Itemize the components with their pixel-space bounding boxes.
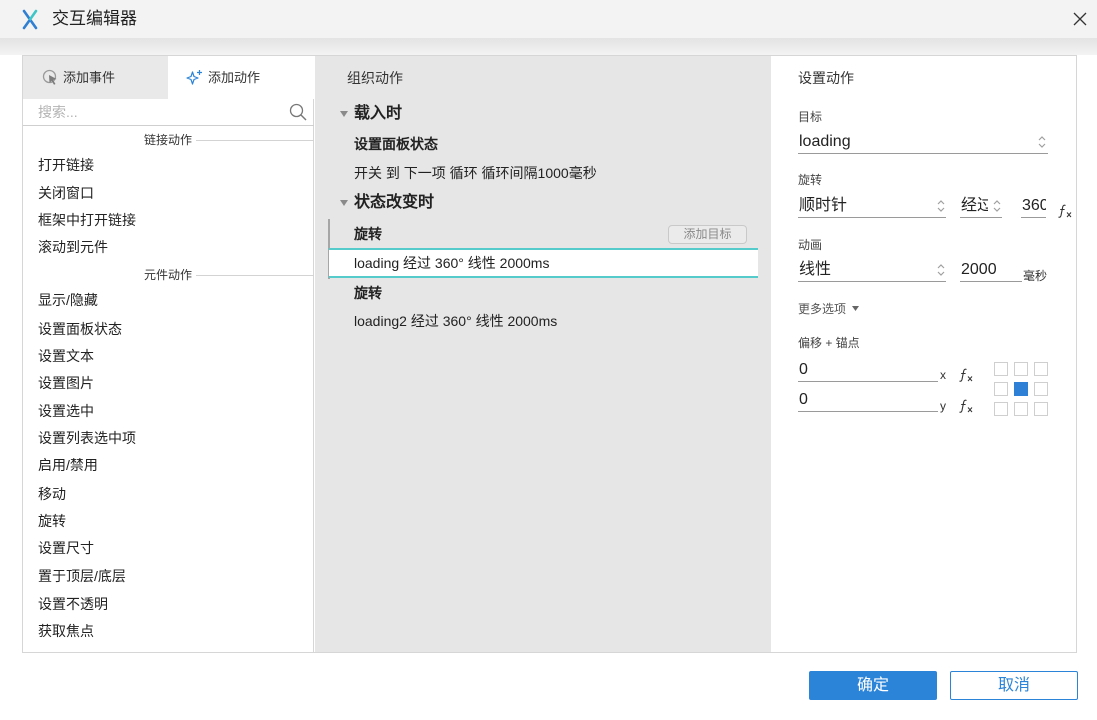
anchor-top-right[interactable] (1034, 362, 1048, 376)
updown-chevron-icon (937, 200, 945, 212)
search-box (23, 99, 314, 126)
cancel-button[interactable]: 取消 (950, 671, 1078, 700)
action-item[interactable]: 设置尺寸 (38, 538, 94, 558)
duration-unit: 毫秒 (1023, 269, 1048, 283)
tab-add-action-label: 添加动作 (208, 70, 261, 85)
action-name[interactable]: 设置面板状态 (354, 134, 438, 154)
action-item[interactable]: 旋转 (38, 511, 66, 531)
event-name[interactable]: 载入时 (354, 104, 402, 124)
action-item[interactable]: 滚动到元件 (38, 237, 108, 257)
rotate-mode-value: 经过 (961, 197, 988, 214)
direction-value: 顺时针 (799, 197, 848, 214)
duration-input[interactable]: 2000 (960, 258, 1022, 282)
anchor-bottom-left[interactable] (994, 402, 1008, 416)
offset-anchor-label: 偏移 + 锚点 (798, 336, 860, 350)
offset-y-value: 0 (799, 391, 808, 408)
action-item[interactable]: 获取焦点 (38, 621, 94, 641)
panel-title: 设置动作 (798, 70, 854, 86)
function-icon[interactable] (958, 367, 974, 383)
organize-actions-panel: 组织动作 载入时 设置面板状态 开关 到 下一项 循环 循环间隔1000毫秒 状… (315, 56, 771, 652)
action-item[interactable]: 设置图片 (38, 373, 94, 393)
anchor-top-left[interactable] (994, 362, 1008, 376)
action-item[interactable]: 启用/禁用 (38, 455, 98, 475)
action-item[interactable]: 移动 (38, 484, 66, 504)
action-target-row[interactable]: loading2 经过 360° 线性 2000ms (354, 311, 557, 331)
function-icon[interactable] (958, 398, 974, 414)
configure-action-panel: 设置动作 目标 loading 旋转 顺时针 经过 360° 动画 线性 200… (772, 56, 1077, 652)
tab-add-action[interactable]: 添加动作 (168, 56, 314, 99)
cursor-click-icon (42, 69, 57, 85)
target-value: loading (799, 133, 851, 150)
angle-input[interactable]: 360° (1021, 194, 1046, 218)
action-library-panel: 添加事件 添加动作 链接动作 打开链接 关闭窗口 框架中打开链接 滚动到元件 元… (23, 56, 314, 652)
event-name[interactable]: 状态改变时 (354, 193, 434, 213)
duration-value: 2000 (961, 261, 997, 278)
action-item[interactable]: 显示/隐藏 (38, 290, 98, 310)
tab-add-event[interactable]: 添加事件 (23, 56, 168, 99)
search-input[interactable] (38, 101, 283, 123)
ok-button[interactable]: 确定 (809, 671, 937, 700)
anchor-middle-right[interactable] (1034, 382, 1048, 396)
direction-select[interactable]: 顺时针 (798, 194, 946, 218)
anchor-middle-left[interactable] (994, 382, 1008, 396)
updown-chevron-icon (937, 264, 945, 276)
action-item[interactable]: 设置列表选中项 (38, 428, 136, 448)
search-icon[interactable] (289, 103, 307, 121)
easing-value: 线性 (799, 261, 832, 278)
action-item[interactable]: 设置不透明 (38, 594, 108, 614)
caret-down-icon (852, 306, 859, 311)
action-item[interactable]: 框架中打开链接 (38, 210, 136, 230)
action-item[interactable]: 关闭窗口 (38, 183, 94, 203)
function-icon[interactable] (1057, 203, 1073, 219)
rotate-label: 旋转 (798, 173, 823, 187)
target-select[interactable]: loading (798, 130, 1048, 154)
angle-value: 360° (1022, 197, 1046, 214)
easing-select[interactable]: 线性 (798, 258, 946, 282)
anchor-bottom-right[interactable] (1034, 402, 1048, 416)
updown-chevron-icon (993, 200, 1001, 212)
updown-chevron-icon (1038, 136, 1046, 148)
action-item[interactable]: 设置文本 (38, 346, 94, 366)
expand-triangle-icon[interactable] (340, 200, 348, 206)
selected-target-row[interactable]: loading 经过 360° 线性 2000ms (329, 248, 758, 278)
window-title: 交互编辑器 (52, 9, 137, 28)
expand-triangle-icon[interactable] (340, 111, 348, 117)
axure-logo-icon (22, 9, 38, 30)
more-options-toggle[interactable]: 更多选项 (798, 299, 868, 319)
tab-add-event-label: 添加事件 (63, 70, 116, 85)
rotate-mode-select[interactable]: 经过 (960, 194, 1002, 218)
action-target-row[interactable]: 开关 到 下一项 循环 循环间隔1000毫秒 (354, 163, 597, 183)
panel-title: 组织动作 (347, 70, 403, 86)
title-shadow (0, 38, 1097, 55)
target-label: 目标 (798, 110, 823, 124)
target-row-text: loading 经过 360° 线性 2000ms (354, 255, 550, 271)
action-item[interactable]: 置于顶层/底层 (38, 566, 126, 586)
animation-label: 动画 (798, 238, 823, 252)
section-divider (196, 275, 314, 276)
section-divider (196, 140, 314, 141)
more-options-label: 更多选项 (798, 302, 847, 316)
add-target-button[interactable]: 添加目标 (668, 225, 747, 244)
offset-x-input[interactable]: 0 (798, 358, 938, 382)
title-bar: 交互编辑器 (0, 0, 1097, 38)
close-icon[interactable] (1072, 11, 1088, 27)
action-name[interactable]: 旋转 (354, 224, 382, 244)
sparkle-add-icon (186, 70, 202, 85)
section-title-link-actions: 链接动作 (144, 133, 193, 147)
action-item[interactable]: 设置面板状态 (38, 319, 122, 339)
anchor-center[interactable] (1014, 382, 1028, 396)
offset-y-input[interactable]: 0 (798, 388, 938, 412)
anchor-bottom-center[interactable] (1014, 402, 1028, 416)
action-item[interactable]: 打开链接 (38, 155, 94, 175)
section-title-widget-actions: 元件动作 (144, 268, 193, 282)
offset-x-label: x (940, 368, 946, 382)
action-item[interactable]: 设置选中 (38, 401, 94, 421)
offset-y-label: y (940, 399, 946, 413)
anchor-top-center[interactable] (1014, 362, 1028, 376)
anchor-grid (994, 362, 1048, 416)
offset-x-value: 0 (799, 361, 808, 378)
action-name[interactable]: 旋转 (354, 283, 382, 303)
